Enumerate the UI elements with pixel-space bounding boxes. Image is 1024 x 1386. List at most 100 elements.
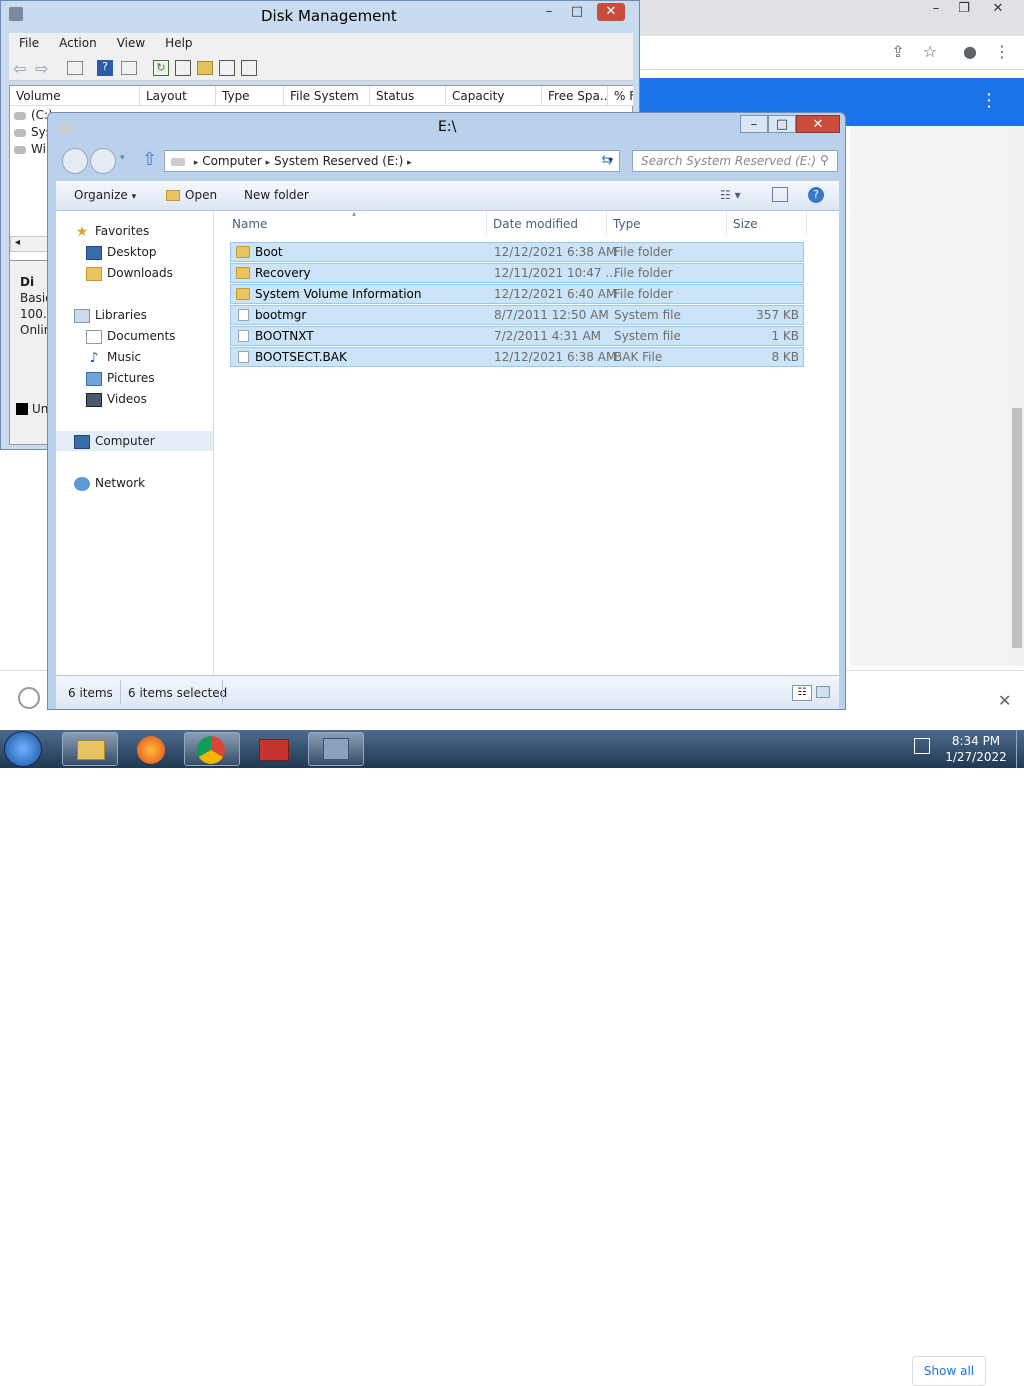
view-options-icon[interactable]: ☷ ▾ — [720, 188, 741, 202]
column-header-file-system[interactable]: File System — [284, 86, 370, 106]
column-divider[interactable] — [726, 211, 727, 235]
search-input[interactable]: Search System Reserved (E:) — [632, 150, 838, 172]
show-all-button[interactable]: Show all — [912, 1356, 986, 1386]
file-row[interactable]: System Volume Information 12/12/2021 6:40… — [230, 284, 804, 304]
new-folder-button[interactable]: New folder — [244, 188, 309, 202]
nav-network[interactable]: Network — [74, 473, 145, 493]
nav-pictures[interactable]: Pictures — [86, 368, 155, 388]
horizontal-scrollbar[interactable]: ◂ — [10, 236, 50, 252]
nav-desktop[interactable]: Desktop — [86, 242, 157, 262]
dm-maximize-button[interactable]: □ — [563, 3, 591, 21]
file-name: Boot — [255, 245, 283, 259]
nav-downloads[interactable]: Downloads — [86, 263, 173, 283]
share-icon[interactable]: ⇪ — [886, 40, 910, 64]
breadcrumb-system-reserved[interactable]: System Reserved (E:) — [274, 154, 403, 168]
open-button[interactable]: Open — [166, 188, 217, 202]
browser-close-button[interactable]: ✕ — [984, 0, 1012, 18]
open-folder-icon[interactable] — [197, 61, 213, 75]
refresh-icon[interactable]: ↻ — [153, 60, 169, 76]
minimize-button[interactable]: – — [740, 115, 768, 133]
dm-minimize-button[interactable]: – — [535, 3, 563, 21]
search-disk-icon[interactable] — [219, 60, 235, 76]
column-divider[interactable] — [806, 211, 807, 235]
breadcrumb-separator-icon[interactable]: ▸ — [194, 158, 199, 168]
network-tray-icon[interactable] — [914, 738, 930, 754]
breadcrumb-separator-icon[interactable]: ▸ — [266, 158, 271, 168]
column-header-size[interactable]: Size — [733, 217, 758, 231]
settings-icon[interactable] — [241, 60, 257, 76]
column-header-volume[interactable]: Volume — [10, 86, 140, 106]
restore-button[interactable]: □ — [768, 115, 796, 133]
large-icons-view-icon[interactable] — [816, 686, 830, 698]
column-header-layout[interactable]: Layout — [140, 86, 216, 106]
preview-pane-icon[interactable] — [772, 187, 788, 202]
taskbar-toolbox-button[interactable] — [246, 732, 302, 766]
breadcrumb-computer[interactable]: Computer — [202, 154, 262, 168]
page-content-area — [850, 126, 1024, 666]
menu-help[interactable]: Help — [155, 33, 202, 50]
nav-documents[interactable]: Documents — [86, 326, 175, 346]
column-header-name[interactable]: Name — [232, 217, 267, 231]
taskbar-chrome-button[interactable] — [184, 732, 240, 766]
start-button[interactable] — [4, 731, 42, 767]
taskbar-clock[interactable]: 8:34 PM 1/27/2022 — [936, 733, 1016, 765]
column-header-free-space[interactable]: Free Spa... — [542, 86, 608, 106]
dm-close-button[interactable]: ✕ — [597, 3, 625, 21]
profile-icon[interactable]: ● — [958, 40, 982, 64]
forward-button[interactable] — [90, 148, 116, 174]
organize-button[interactable]: Organize ▾ — [74, 188, 136, 202]
help-icon[interactable]: ? — [808, 187, 824, 203]
up-arrow-icon[interactable]: ⇧ — [142, 149, 157, 170]
console-tree-icon[interactable] — [67, 61, 83, 75]
help-icon[interactable]: ? — [97, 60, 113, 76]
recent-pages-chevron-icon[interactable]: ▾ — [120, 153, 125, 163]
properties-icon[interactable] — [121, 61, 137, 75]
back-button[interactable] — [62, 148, 88, 174]
column-divider[interactable] — [486, 211, 487, 235]
page-menu-icon[interactable]: ⋮ — [980, 90, 998, 111]
details-view-icon[interactable]: ☷ — [792, 685, 812, 701]
taskbar-disk-management-button[interactable] — [308, 732, 364, 766]
browser-minimize-button[interactable]: – — [922, 0, 950, 18]
menu-view[interactable]: View — [107, 33, 155, 50]
breadcrumb-separator-icon[interactable]: ▸ — [407, 158, 412, 168]
nav-favorites[interactable]: ★ Favorites — [74, 221, 150, 241]
rescan-icon[interactable] — [175, 60, 191, 76]
menu-action[interactable]: Action — [49, 33, 107, 50]
nav-music[interactable]: ♪ Music — [86, 347, 142, 367]
show-desktop-button[interactable] — [1016, 730, 1024, 768]
file-row[interactable]: BOOTSECT.BAK 12/12/2021 6:38 AM BAK File 8 … — [230, 347, 804, 367]
page-scrollbar-thumb[interactable] — [1012, 408, 1022, 648]
forward-arrow-icon[interactable]: ⇨ — [35, 59, 48, 78]
file-row[interactable]: Boot 12/12/2021 6:38 AM File folder — [230, 242, 804, 262]
taskbar-firefox-button[interactable] — [124, 732, 180, 766]
nav-computer[interactable]: Computer — [56, 431, 213, 451]
column-header-date-modified[interactable]: Date modified — [493, 217, 578, 231]
download-file-icon[interactable] — [18, 687, 40, 709]
refresh-icon[interactable]: ⇆ — [596, 150, 618, 172]
browser-menu-icon[interactable]: ⋮ — [990, 40, 1014, 64]
column-header-status[interactable]: Status — [370, 86, 446, 106]
column-header-type[interactable]: Type — [216, 86, 284, 106]
drive-app-icon — [58, 125, 72, 133]
browser-restore-button[interactable]: ❐ — [950, 0, 978, 18]
address-bar[interactable]: ▸ Computer ▸ System Reserved (E:) ▸ ▾ — [164, 150, 620, 172]
close-button[interactable]: ✕ — [796, 115, 840, 133]
page-scrollbar[interactable] — [1010, 126, 1024, 666]
column-header-percent-free[interactable]: % F — [608, 86, 634, 106]
nav-videos[interactable]: Videos — [86, 389, 147, 409]
file-row[interactable]: BOOTNXT 7/2/2011 4:31 AM System file 1 KB — [230, 326, 804, 346]
column-header-type[interactable]: Type — [613, 217, 641, 231]
search-icon[interactable]: ⚲ — [820, 153, 829, 167]
nav-computer-label: Computer — [95, 434, 155, 448]
menu-file[interactable]: File — [9, 33, 49, 50]
taskbar-explorer-button[interactable] — [62, 732, 118, 766]
star-icon[interactable]: ☆ — [918, 40, 942, 64]
file-row[interactable]: bootmgr 8/7/2011 12:50 AM System file 357 K… — [230, 305, 804, 325]
close-download-bar-icon[interactable]: ✕ — [998, 691, 1011, 710]
column-divider[interactable] — [606, 211, 607, 235]
back-arrow-icon[interactable]: ⇦ — [13, 59, 26, 78]
nav-libraries[interactable]: Libraries — [74, 305, 147, 325]
column-header-capacity[interactable]: Capacity — [446, 86, 542, 106]
file-row[interactable]: Recovery 12/11/2021 10:47 ... File folder — [230, 263, 804, 283]
